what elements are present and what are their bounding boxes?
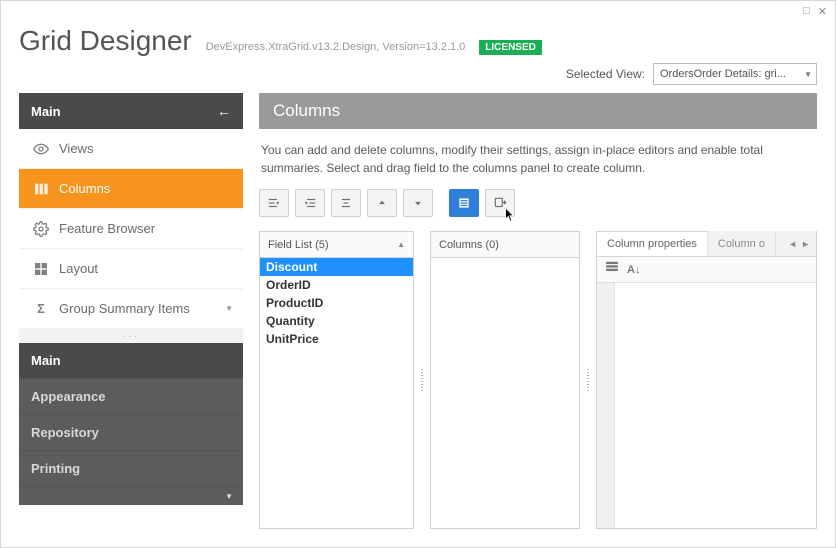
panels-row: Field List (5) ▲ DiscountOrderIDProductI… bbox=[259, 231, 817, 529]
sidebar-header-main[interactable]: Main ← bbox=[19, 93, 243, 129]
field-list-panel: Field List (5) ▲ DiscountOrderIDProductI… bbox=[259, 231, 414, 529]
columns-panel-body[interactable] bbox=[431, 258, 579, 528]
field-list-header-label: Field List (5) bbox=[268, 239, 329, 251]
sidebar-item-columns[interactable]: Columns bbox=[19, 169, 243, 209]
selected-view-label: Selected View: bbox=[566, 67, 645, 81]
tab-prev-icon[interactable]: ◄ bbox=[788, 239, 797, 249]
sidebar-item-label: Columns bbox=[59, 181, 110, 196]
eye-icon bbox=[33, 141, 49, 157]
sidebar-footer[interactable]: ▼ bbox=[19, 487, 243, 505]
license-badge: LICENSED bbox=[479, 40, 542, 55]
content-description: You can add and delete columns, modify t… bbox=[261, 141, 815, 177]
assembly-label: DevExpress.XtraGrid.v13.2.Design, Versio… bbox=[206, 41, 466, 53]
window-titlebar: □ ✕ bbox=[1, 1, 835, 19]
show-field-list-button[interactable] bbox=[449, 189, 479, 217]
sidebar-item-layout[interactable]: Layout bbox=[19, 249, 243, 289]
chevron-down-icon: ▼ bbox=[804, 70, 812, 79]
columns-panel-header[interactable]: Columns (0) bbox=[431, 232, 579, 258]
field-item[interactable]: Discount bbox=[260, 258, 413, 276]
sigma-icon: Σ bbox=[33, 301, 49, 317]
tab-column-options[interactable]: Column o bbox=[708, 231, 776, 256]
content-header: Columns bbox=[259, 93, 817, 129]
back-arrow-icon: ← bbox=[217, 103, 231, 119]
maximize-icon[interactable]: □ bbox=[803, 5, 810, 17]
sidebar-header-label: Main bbox=[31, 104, 61, 119]
chevron-down-icon: ▼ bbox=[225, 304, 233, 313]
field-item[interactable]: Quantity bbox=[260, 312, 413, 330]
move-up-button[interactable] bbox=[367, 189, 397, 217]
retrieve-fields-button[interactable] bbox=[485, 189, 515, 217]
columns-toolbar bbox=[259, 189, 817, 217]
sort-az-icon[interactable]: A↓ bbox=[627, 264, 640, 276]
sidebar-item-label: Views bbox=[59, 141, 93, 156]
content: Columns You can add and delete columns, … bbox=[259, 93, 817, 529]
indent-right-button[interactable] bbox=[295, 189, 325, 217]
tab-column-properties[interactable]: Column properties bbox=[597, 231, 708, 256]
sidebar-overflow[interactable]: ··· bbox=[19, 329, 243, 343]
properties-toolbar: A↓ bbox=[597, 257, 816, 283]
selected-view-value: OrdersOrder Details: gri... bbox=[660, 68, 786, 80]
selected-view-dropdown[interactable]: OrdersOrder Details: gri... ▼ bbox=[653, 63, 817, 85]
close-icon[interactable]: ✕ bbox=[818, 5, 827, 18]
header: Grid Designer DevExpress.XtraGrid.v13.2.… bbox=[1, 19, 835, 93]
sidebar-items: Views Columns Feature Browser Layout Σ G… bbox=[19, 129, 243, 343]
sidebar-section-printing[interactable]: Printing bbox=[19, 451, 243, 487]
indent-left-button[interactable] bbox=[259, 189, 289, 217]
tab-next-icon[interactable]: ► bbox=[801, 239, 810, 249]
page-title: Grid Designer bbox=[19, 25, 192, 57]
tab-scroll: ◄ ► bbox=[782, 231, 816, 256]
columns-panel: Columns (0) bbox=[430, 231, 580, 529]
field-item[interactable]: UnitPrice bbox=[260, 330, 413, 348]
layout-icon bbox=[33, 261, 49, 277]
sidebar-section-appearance[interactable]: Appearance bbox=[19, 379, 243, 415]
properties-tabs: Column properties Column o ◄ ► bbox=[597, 231, 816, 257]
gear-icon bbox=[33, 221, 49, 237]
field-item[interactable]: OrderID bbox=[260, 276, 413, 294]
sidebar-section-repository[interactable]: Repository bbox=[19, 415, 243, 451]
sidebar-item-group-summary[interactable]: Σ Group Summary Items ▼ bbox=[19, 289, 243, 329]
sidebar-item-views[interactable]: Views bbox=[19, 129, 243, 169]
splitter-1[interactable] bbox=[420, 231, 424, 529]
sort-asc-icon: ▲ bbox=[397, 240, 405, 249]
field-list-body[interactable]: DiscountOrderIDProductIDQuantityUnitPric… bbox=[260, 258, 413, 528]
chevron-down-icon: ▼ bbox=[225, 492, 233, 501]
columns-icon bbox=[33, 181, 49, 197]
columns-panel-header-label: Columns (0) bbox=[439, 239, 499, 251]
body: Main ← Views Columns Feature Browser bbox=[1, 93, 835, 547]
properties-panel: Column properties Column o ◄ ► A↓ bbox=[596, 231, 817, 529]
move-down-button[interactable] bbox=[403, 189, 433, 217]
field-item[interactable]: ProductID bbox=[260, 294, 413, 312]
sidebar-item-feature-browser[interactable]: Feature Browser bbox=[19, 209, 243, 249]
sidebar: Main ← Views Columns Feature Browser bbox=[19, 93, 243, 529]
sidebar-item-label: Group Summary Items bbox=[59, 301, 190, 316]
indent-both-button[interactable] bbox=[331, 189, 361, 217]
field-list-header[interactable]: Field List (5) ▲ bbox=[260, 232, 413, 258]
categorize-icon[interactable] bbox=[605, 260, 619, 279]
window-root: □ ✕ Grid Designer DevExpress.XtraGrid.v1… bbox=[0, 0, 836, 548]
cursor-icon bbox=[504, 208, 518, 222]
sidebar-item-label: Layout bbox=[59, 261, 98, 276]
properties-gutter bbox=[597, 283, 615, 528]
sidebar-item-label: Feature Browser bbox=[59, 221, 155, 236]
sidebar-section-main[interactable]: Main bbox=[19, 343, 243, 379]
splitter-2[interactable] bbox=[586, 231, 590, 529]
properties-body[interactable] bbox=[597, 283, 816, 528]
